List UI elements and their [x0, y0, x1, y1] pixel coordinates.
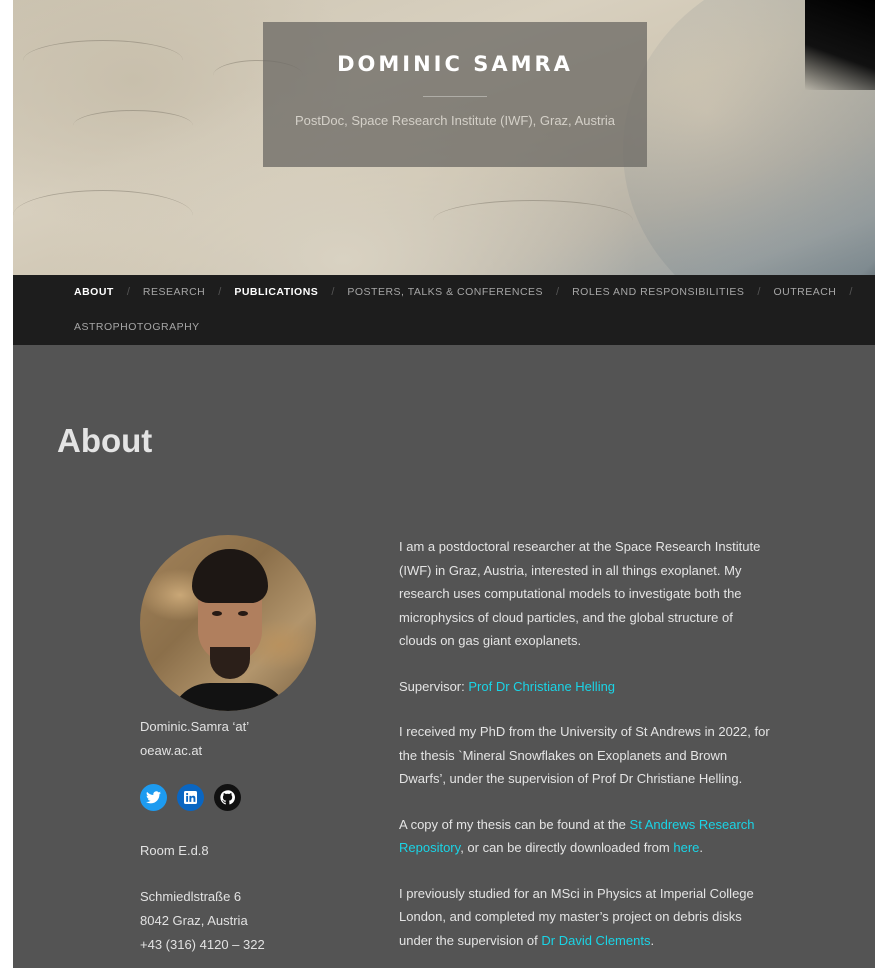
main-nav: ABOUT / RESEARCH / PUBLICATIONS / POSTER…: [13, 275, 875, 345]
intro-paragraph: I am a postdoctoral researcher at the Sp…: [399, 539, 761, 648]
supervisor-paragraph: Supervisor: Prof Dr Christiane Helling: [399, 675, 773, 699]
david-clements-link[interactable]: Dr David Clements: [541, 933, 650, 948]
header-banner: DOMINIC SAMRA PostDoc, Space Research In…: [13, 0, 875, 275]
nav-row-1: ABOUT / RESEARCH / PUBLICATIONS / POSTER…: [74, 286, 865, 298]
github-link[interactable]: [214, 784, 241, 811]
thesis-text: , or can be directly downloaded from: [460, 840, 674, 855]
page-title: About: [57, 422, 153, 459]
phone-number: +43 (316) 4120 – 322: [140, 937, 265, 952]
msci-paragraph: I previously studied for an MSci in Phys…: [399, 882, 773, 953]
address-line: 8042 Graz, Austria: [140, 913, 248, 928]
nav-item-outreach[interactable]: OUTREACH: [773, 286, 836, 298]
nav-item-publications[interactable]: PUBLICATIONS: [234, 286, 318, 298]
supervisor-label: Supervisor:: [399, 678, 469, 694]
github-icon: [220, 790, 235, 805]
nav-separator: /: [218, 286, 222, 298]
twitter-link[interactable]: [140, 784, 167, 811]
profile-sidebar: Dominic.Samra ‘at’ oeaw.ac.at Room E.d.8…: [140, 535, 340, 957]
twitter-icon: [146, 791, 161, 804]
title-divider: [423, 96, 487, 97]
address-line: Schmiedlstraße 6: [140, 889, 242, 904]
email-text: Dominic.Samra ‘at’ oeaw.ac.at: [140, 719, 249, 758]
site-title[interactable]: DOMINIC SAMRA: [263, 52, 647, 76]
about-content: I am a postdoctoral researcher at the Sp…: [399, 535, 773, 968]
phd-paragraph: I received my PhD from the University of…: [399, 724, 770, 786]
postal-address: Schmiedlstraße 6 8042 Graz, Austria +43 …: [140, 885, 340, 957]
nav-item-about[interactable]: ABOUT: [74, 286, 114, 298]
supervisor-link[interactable]: Prof Dr Christiane Helling: [468, 679, 615, 694]
nav-item-research[interactable]: RESEARCH: [143, 286, 205, 298]
nav-separator: /: [126, 286, 130, 298]
nav-row-2: ASTROPHOTOGRAPHY: [74, 321, 200, 333]
thesis-text: .: [699, 840, 704, 855]
nav-item-roles-responsibilities[interactable]: ROLES AND RESPONSIBILITIES: [572, 286, 744, 298]
social-links: [140, 784, 340, 811]
linkedin-link[interactable]: [177, 784, 204, 811]
nav-separator: /: [331, 286, 335, 298]
linkedin-icon: [184, 791, 197, 804]
room-number: Room E.d.8: [140, 843, 209, 858]
msci-text: .: [650, 932, 655, 948]
nav-item-posters-talks-conferences[interactable]: POSTERS, TALKS & CONFERENCES: [347, 286, 543, 298]
space-corner: [805, 0, 875, 90]
site-title-box: DOMINIC SAMRA PostDoc, Space Research In…: [263, 22, 647, 167]
thesis-text: A copy of my thesis can be found at the: [399, 816, 630, 832]
thesis-paragraph: A copy of my thesis can be found at the …: [399, 813, 773, 860]
nav-item-astrophotography[interactable]: ASTROPHOTOGRAPHY: [74, 321, 200, 333]
thesis-download-link[interactable]: here: [673, 840, 699, 855]
nav-separator: /: [556, 286, 560, 298]
site-description: PostDoc, Space Research Institute (IWF),…: [294, 113, 616, 128]
avatar: [140, 535, 316, 711]
nav-separator: /: [757, 286, 761, 298]
nav-separator: /: [849, 286, 853, 298]
page: DOMINIC SAMRA PostDoc, Space Research In…: [13, 0, 875, 968]
